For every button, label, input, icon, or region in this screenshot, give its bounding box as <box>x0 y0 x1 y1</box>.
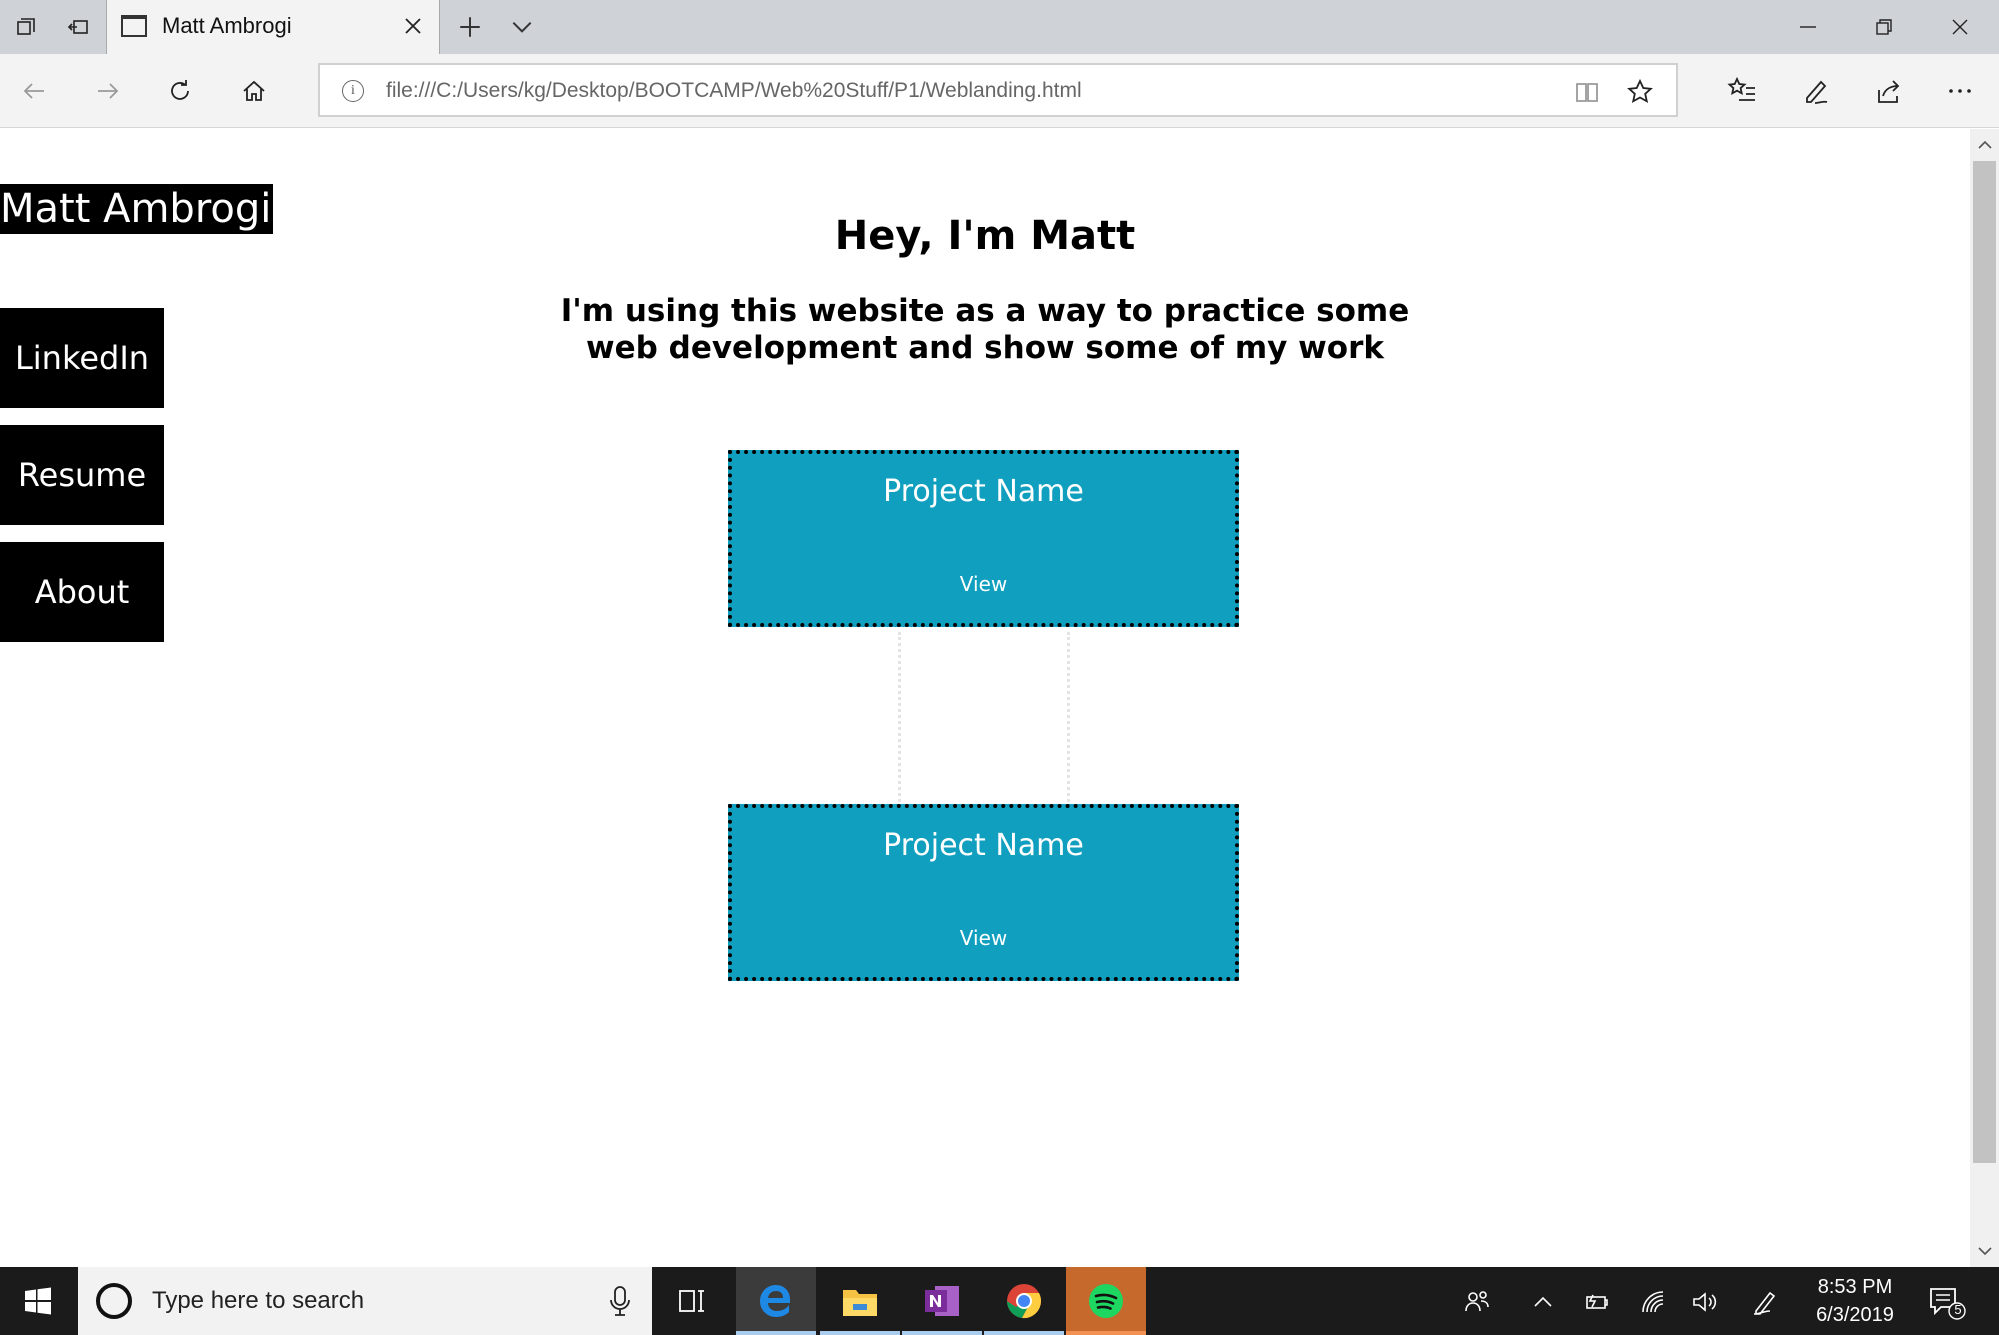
file-explorer-icon[interactable] <box>820 1267 900 1335</box>
people-icon[interactable] <box>1460 1285 1494 1319</box>
forward-arrow-icon[interactable] <box>82 68 134 114</box>
scroll-down-arrow-icon[interactable] <box>1970 1237 1999 1265</box>
windows-taskbar: Type here to search 8:53 PM 6/3/2019 5 <box>0 1267 1999 1335</box>
onenote-icon[interactable] <box>902 1267 982 1335</box>
page-viewport: Matt Ambrogi LinkedIn Resume About Hey, … <box>0 129 1970 1267</box>
page-favicon-icon <box>121 15 147 37</box>
favorites-hub-icon[interactable] <box>1716 68 1768 114</box>
close-window-icon[interactable] <box>1922 0 1998 54</box>
card-connector-divider <box>898 632 1070 802</box>
nav-linkedin-button[interactable]: LinkedIn <box>0 308 164 408</box>
browser-tab[interactable]: Matt Ambrogi <box>106 0 440 54</box>
reading-view-icon[interactable] <box>1572 77 1602 107</box>
battery-icon[interactable] <box>1580 1285 1614 1319</box>
chrome-icon[interactable] <box>984 1267 1064 1335</box>
clock-date: 6/3/2019 <box>1816 1304 1894 1326</box>
project-view-link[interactable]: View <box>732 572 1235 596</box>
new-tab-icon[interactable] <box>444 0 496 54</box>
page-title: Hey, I'm Matt <box>834 213 1136 259</box>
share-icon[interactable] <box>1862 68 1914 114</box>
favorite-star-icon[interactable] <box>1625 77 1655 107</box>
windows-start-icon[interactable] <box>0 1267 76 1335</box>
wifi-icon[interactable] <box>1636 1285 1670 1319</box>
project-name: Project Name <box>883 474 1084 509</box>
tab-list-chevron-icon[interactable] <box>496 0 548 54</box>
back-arrow-icon[interactable] <box>8 68 60 114</box>
refresh-icon[interactable] <box>154 68 206 114</box>
info-icon[interactable]: i <box>342 80 364 102</box>
show-tabs-aside-icon[interactable] <box>52 0 104 54</box>
nav-resume-button[interactable]: Resume <box>0 425 164 525</box>
scrollbar-thumb[interactable] <box>1973 161 1996 1163</box>
system-clock[interactable]: 8:53 PM 6/3/2019 <box>1790 1273 1920 1329</box>
project-card[interactable]: Project Name View <box>728 804 1239 981</box>
cortana-icon[interactable] <box>96 1283 132 1319</box>
restore-icon[interactable] <box>1846 0 1922 54</box>
nav-about-button[interactable]: About <box>0 542 164 642</box>
minimize-icon[interactable] <box>1770 0 1846 54</box>
project-name: Project Name <box>883 828 1084 863</box>
action-center-icon[interactable]: 5 <box>1925 1283 1969 1323</box>
task-view-icon[interactable] <box>652 1267 732 1335</box>
title-bar: Matt Ambrogi <box>0 0 1999 54</box>
clock-time: 8:53 PM <box>1817 1276 1893 1298</box>
notes-pen-icon[interactable] <box>1790 68 1842 114</box>
scroll-up-arrow-icon[interactable] <box>1970 131 1999 159</box>
tab-title: Matt Ambrogi <box>162 13 292 38</box>
home-icon[interactable] <box>228 68 280 114</box>
volume-icon[interactable] <box>1688 1285 1722 1319</box>
url-text[interactable]: file:///C:/Users/kg/Desktop/BOOTCAMP/Web… <box>386 79 1082 103</box>
windows-ink-pen-icon[interactable] <box>1748 1285 1782 1319</box>
notification-count-badge: 5 <box>1954 1302 1962 1317</box>
page-subtitle: I'm using this website as a way to pract… <box>560 293 1410 366</box>
project-card[interactable]: Project Name View <box>728 450 1239 627</box>
edge-browser-icon[interactable] <box>736 1267 816 1335</box>
search-placeholder[interactable]: Type here to search <box>152 1287 364 1315</box>
more-menu-icon[interactable] <box>1934 68 1986 114</box>
set-tabs-aside-icon[interactable] <box>0 0 52 54</box>
spotify-icon[interactable] <box>1066 1267 1146 1335</box>
vertical-scrollbar[interactable] <box>1970 129 1999 1267</box>
show-hidden-icons-chevron-icon[interactable] <box>1526 1285 1560 1319</box>
project-view-link[interactable]: View <box>732 926 1235 950</box>
taskbar-search-box[interactable]: Type here to search <box>78 1267 652 1335</box>
tab-close-icon[interactable] <box>401 14 425 38</box>
address-bar[interactable]: i file:///C:/Users/kg/Desktop/BOOTCAMP/W… <box>318 63 1678 117</box>
browser-toolbar: i file:///C:/Users/kg/Desktop/BOOTCAMP/W… <box>0 54 1999 128</box>
site-logo[interactable]: Matt Ambrogi <box>0 184 274 234</box>
microphone-icon[interactable] <box>608 1285 632 1317</box>
